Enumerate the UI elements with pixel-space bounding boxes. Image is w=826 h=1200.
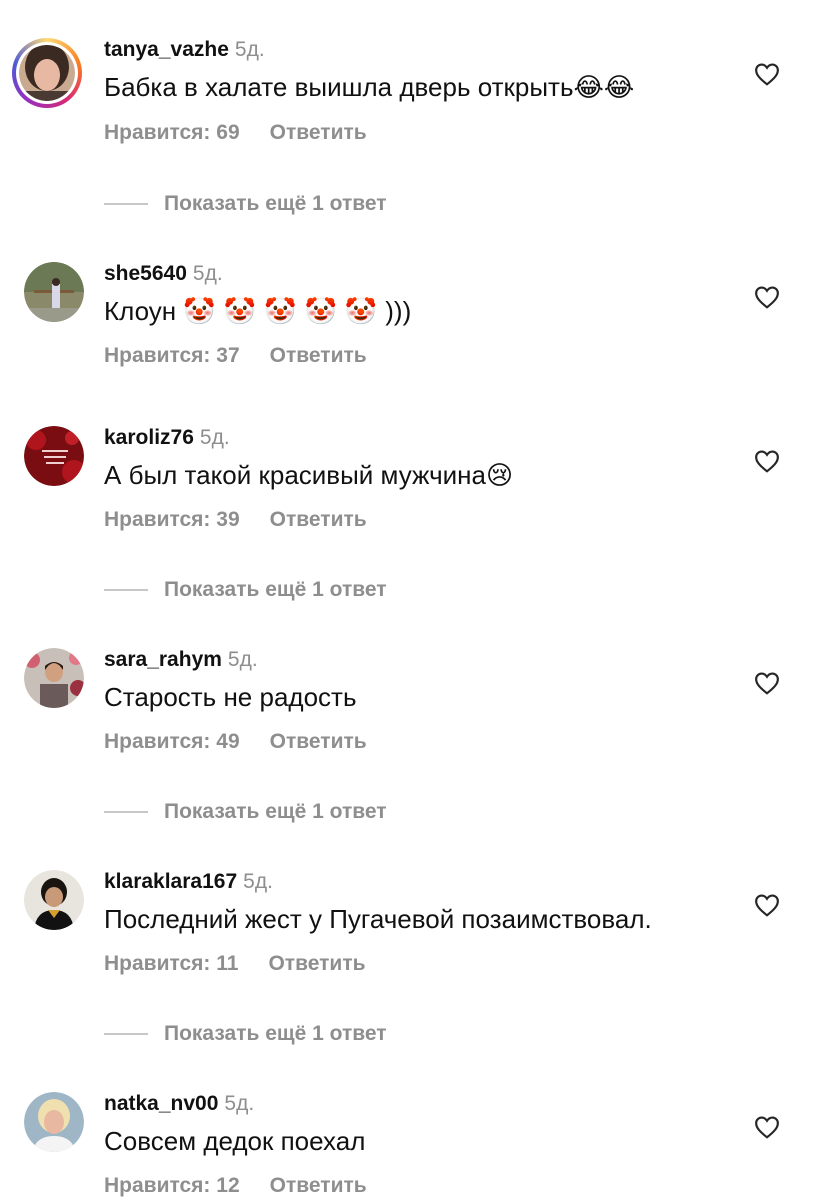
show-more-replies-button[interactable]: Показать ещё 1 ответ xyxy=(104,192,387,216)
comment-text: Старость не радость xyxy=(104,682,357,712)
heart-outline-icon[interactable] xyxy=(754,449,780,473)
reply-button[interactable]: Ответить xyxy=(270,1174,367,1197)
avatar[interactable] xyxy=(24,870,84,930)
timestamp: 5д. xyxy=(224,1092,255,1115)
heart-outline-icon[interactable] xyxy=(754,893,780,917)
avatar[interactable] xyxy=(24,1092,84,1152)
divider-line xyxy=(104,589,148,592)
show-more-replies-button[interactable]: Показать ещё 1 ответ xyxy=(104,800,387,824)
username[interactable]: natka_nv00 xyxy=(104,1092,218,1115)
avatar[interactable] xyxy=(24,262,84,322)
comment-text: Совсем дедок поехал xyxy=(104,1126,366,1156)
heart-outline-icon[interactable] xyxy=(754,1115,780,1139)
avatar[interactable] xyxy=(24,648,84,708)
avatar-photo xyxy=(24,1092,84,1152)
heart-outline-icon[interactable] xyxy=(754,62,780,86)
avatar[interactable] xyxy=(12,38,82,108)
avatar-photo xyxy=(24,648,84,708)
likes-count: Нравится: 49 xyxy=(104,730,240,753)
heart-outline-icon[interactable] xyxy=(754,671,780,695)
username[interactable]: karoliz76 xyxy=(104,426,194,449)
clown-emoji: 🤡🤡🤡🤡🤡 xyxy=(183,296,386,326)
heart-outline-icon[interactable] xyxy=(754,285,780,309)
reply-button[interactable]: Ответить xyxy=(268,952,365,975)
comment-text: Последний жест у Пугачевой позаимствовал… xyxy=(104,904,652,934)
avatar-photo xyxy=(24,870,84,930)
show-more-replies-button[interactable]: Показать ещё 1 ответ xyxy=(104,578,387,602)
likes-count: Нравится: 69 xyxy=(104,121,240,144)
comment-text: Клоун 🤡🤡🤡🤡🤡))) xyxy=(104,296,412,326)
comment-text: Бабка в халате выишла дверь открыть😂😂 xyxy=(104,72,635,102)
username[interactable]: sara_rahym xyxy=(104,648,222,671)
likes-count: Нравится: 12 xyxy=(104,1174,240,1197)
timestamp: 5д. xyxy=(192,262,223,285)
divider-line xyxy=(104,1033,148,1036)
timestamp: 5д. xyxy=(199,426,230,449)
crying-emoji: 😢 xyxy=(486,460,514,490)
username[interactable]: she5640 xyxy=(104,262,187,285)
timestamp: 5д. xyxy=(243,870,273,893)
reply-button[interactable]: Ответить xyxy=(270,344,367,367)
show-more-replies-button[interactable]: Показать ещё 1 ответ xyxy=(104,1022,387,1046)
laughing-emoji: 😂😂 xyxy=(573,72,635,102)
likes-count: Нравится: 39 xyxy=(104,508,240,531)
reply-button[interactable]: Ответить xyxy=(270,121,367,144)
likes-count: Нравится: 37 xyxy=(104,344,240,367)
username[interactable]: klaraklara167 xyxy=(104,870,237,893)
avatar-photo xyxy=(24,262,84,322)
avatar-photo xyxy=(24,426,84,486)
divider-line xyxy=(104,203,148,206)
username[interactable]: tanya_vazhe xyxy=(104,38,229,61)
timestamp: 5д. xyxy=(227,648,258,671)
divider-line xyxy=(104,811,148,814)
reply-button[interactable]: Ответить xyxy=(270,730,367,753)
avatar-photo xyxy=(19,45,75,101)
timestamp: 5д. xyxy=(234,38,265,61)
avatar[interactable] xyxy=(24,426,84,486)
likes-count: Нравится: 11 xyxy=(104,952,239,975)
reply-button[interactable]: Ответить xyxy=(270,508,367,531)
comment-text: А был такой красивый мужчина😢 xyxy=(104,460,514,490)
